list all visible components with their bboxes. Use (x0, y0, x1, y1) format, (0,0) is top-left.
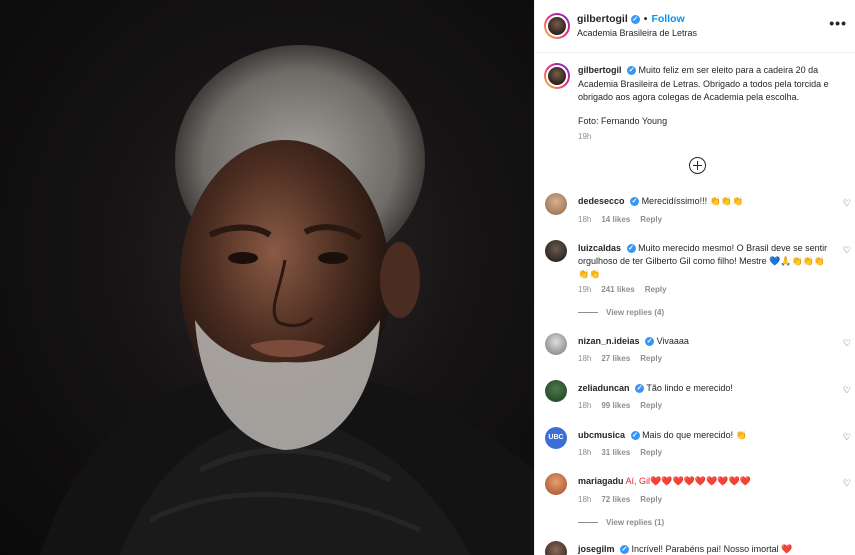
comment-likes[interactable]: 72 likes (601, 495, 630, 504)
more-options-icon[interactable]: ••• (829, 15, 847, 31)
comment-username[interactable]: josegilm (578, 544, 615, 554)
commenter-avatar[interactable]: UBC (545, 427, 567, 449)
location-link[interactable]: Academia Brasileira de Letras (577, 28, 697, 38)
like-heart-icon[interactable]: ♡ (843, 478, 851, 489)
view-replies-button[interactable]: View replies (4) (578, 308, 664, 317)
post-photo (0, 0, 534, 555)
verified-icon: ✓ (627, 66, 637, 76)
comment-body: Incrível! Parabéns pai! Nosso imortal ❤️ (631, 544, 793, 554)
verified-icon: ✓ (630, 197, 640, 207)
author-avatar[interactable] (544, 13, 570, 39)
comment-time: 18h (578, 401, 592, 410)
comment-text-line: mariagadu Aí, Gil❤️❤️❤️❤️❤️❤️❤️❤️❤️ (578, 475, 828, 488)
comment-username[interactable]: mariagadu (578, 476, 624, 486)
comment-text-line: zeliaduncan ✓ Tão lindo e merecido! (578, 382, 828, 395)
verified-icon: ✓ (620, 545, 630, 555)
post-sidebar: gilbertogil ✓ • Follow Academia Brasileira … (534, 0, 855, 555)
comment-text-line: luizcaldas ✓ Muito merecido mesmo! O Bra… (578, 242, 828, 281)
comment-time: 18h (578, 354, 592, 363)
comment-text-line: josegilm ✓ Incrível! Parabéns pai! Nosso… (578, 543, 828, 555)
view-replies-button[interactable]: View replies (1) (578, 518, 664, 527)
comment-body: Tão lindo e merecido! (646, 383, 733, 393)
comment-username[interactable]: dedesecco (578, 196, 625, 206)
commenter-avatar[interactable] (545, 193, 567, 215)
verified-icon: ✓ (630, 14, 640, 24)
comment-username[interactable]: luizcaldas (578, 243, 621, 253)
like-heart-icon[interactable]: ♡ (843, 432, 851, 443)
comment-likes[interactable]: 14 likes (601, 215, 630, 224)
reply-button[interactable]: Reply (640, 354, 662, 363)
comment-text-line: ubcmusica ✓ Mais do que merecido! 👏 (578, 429, 828, 442)
comment-time: 18h (578, 495, 592, 504)
separator-dot: • (643, 13, 648, 25)
photo-credit: Foto: Fernando Young (578, 115, 668, 126)
comment-text-line: nizan_n.ideias ✓ Vivaaaa (578, 335, 828, 348)
comment-likes[interactable]: 31 likes (601, 448, 630, 457)
comment-likes[interactable]: 27 likes (601, 354, 630, 363)
comment-username[interactable]: ubcmusica (578, 430, 625, 440)
post-header: gilbertogil ✓ • Follow Academia Brasileira … (535, 0, 855, 53)
comment-username[interactable]: zeliaduncan (578, 383, 630, 393)
verified-icon: ✓ (645, 337, 655, 347)
commenter-avatar[interactable] (545, 240, 567, 262)
comment-meta: 18h 27 likes Reply (578, 354, 672, 363)
verified-icon: ✓ (626, 244, 636, 254)
commenter-avatar[interactable] (545, 333, 567, 355)
caption-username[interactable]: gilbertogil (578, 65, 622, 75)
comment-body: Aí, Gil❤️❤️❤️❤️❤️❤️❤️❤️❤️ (625, 476, 751, 486)
verified-icon: ✓ (630, 431, 640, 441)
reply-button[interactable]: Reply (645, 285, 667, 294)
author-line: gilbertogil ✓ • Follow (577, 13, 685, 25)
commenter-avatar[interactable] (545, 541, 567, 555)
comment-time: 19h (578, 285, 592, 294)
comment-username[interactable]: nizan_n.ideias (578, 336, 640, 346)
portrait-image (40, 45, 534, 555)
like-heart-icon[interactable]: ♡ (843, 338, 851, 349)
comment-body: Mais do que merecido! 👏 (642, 430, 747, 440)
caption-avatar[interactable] (544, 63, 570, 89)
follow-button[interactable]: Follow (651, 13, 684, 25)
like-heart-icon[interactable]: ♡ (843, 245, 851, 256)
like-heart-icon[interactable]: ♡ (843, 198, 851, 209)
reply-button[interactable]: Reply (640, 448, 662, 457)
reply-button[interactable]: Reply (640, 495, 662, 504)
comment-meta: 18h 31 likes Reply (578, 448, 672, 457)
load-more-comments-icon[interactable] (689, 157, 706, 174)
comment-likes[interactable]: 99 likes (601, 401, 630, 410)
comment-time: 18h (578, 215, 592, 224)
comment-text-line: dedesecco ✓ Merecidíssimo!!! 👏👏👏 (578, 195, 828, 208)
comment-body: Vivaaaa (656, 336, 689, 346)
comment-meta: 18h 99 likes Reply (578, 401, 672, 410)
reply-button[interactable]: Reply (640, 215, 662, 224)
commenter-avatar[interactable] (545, 473, 567, 495)
like-heart-icon[interactable]: ♡ (843, 385, 851, 396)
comment-time: 18h (578, 448, 592, 457)
author-username[interactable]: gilbertogil (577, 13, 628, 25)
comment-meta: 18h 72 likes Reply (578, 495, 672, 504)
verified-icon: ✓ (635, 384, 645, 394)
comment-meta: 18h 14 likes Reply (578, 215, 672, 224)
comment-body: Merecidíssimo!!! 👏👏👏 (641, 196, 744, 206)
comment-likes[interactable]: 241 likes (601, 285, 634, 294)
comment-meta: 19h 241 likes Reply (578, 285, 677, 294)
post-caption: gilbertogil ✓ Muito feliz em ser eleito … (578, 64, 848, 128)
commenter-avatar[interactable] (545, 380, 567, 402)
reply-button[interactable]: Reply (640, 401, 662, 410)
post-time: 19h (578, 132, 592, 141)
